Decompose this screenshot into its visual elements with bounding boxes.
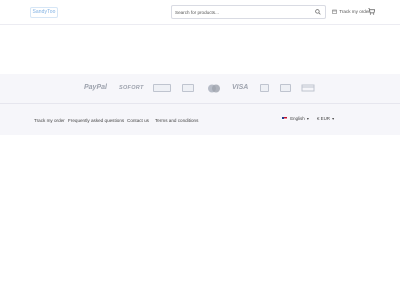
language-label: English bbox=[290, 116, 305, 121]
language-selector[interactable]: English ▾ bbox=[282, 116, 309, 125]
chevron-down-icon: ▾ bbox=[332, 116, 335, 121]
uk-flag-icon bbox=[282, 116, 287, 120]
paypal-logo: PayPal bbox=[84, 84, 107, 91]
search-icon[interactable] bbox=[315, 9, 321, 15]
footer-link-terms[interactable]: Terms and conditions bbox=[155, 118, 198, 123]
sofort-logo: SOFORT bbox=[119, 85, 144, 91]
wallet-icon bbox=[260, 84, 269, 92]
chevron-down-icon: ▾ bbox=[306, 116, 309, 121]
footer-link-contact[interactable]: Contact us bbox=[127, 118, 149, 123]
search-input[interactable] bbox=[175, 7, 305, 17]
currency-label: € EUR bbox=[317, 116, 330, 121]
payment-methods: PayPal SOFORT VISA bbox=[84, 83, 320, 95]
visa-logo: VISA bbox=[232, 84, 249, 91]
search-box[interactable] bbox=[171, 5, 326, 19]
site-header: SandyToo Track my order bbox=[0, 0, 400, 25]
footer-link-track-order[interactable]: Track my order bbox=[34, 118, 65, 123]
footer-link-faq[interactable]: Frequently asked questions bbox=[68, 118, 124, 123]
mastercard-icon bbox=[208, 84, 220, 93]
box-icon bbox=[332, 9, 337, 14]
bank-transfer-icon bbox=[280, 84, 291, 92]
currency-selector[interactable]: € EUR ▾ bbox=[317, 116, 334, 125]
card-stack-icon bbox=[301, 84, 315, 92]
bank-card-icon bbox=[182, 84, 194, 92]
card-logo-icon bbox=[153, 84, 171, 92]
site-logo[interactable]: SandyToo bbox=[30, 7, 58, 18]
footer-divider bbox=[0, 103, 400, 104]
cart-icon[interactable] bbox=[368, 8, 375, 15]
track-order-link[interactable]: Track my order bbox=[332, 9, 370, 15]
track-order-label: Track my order bbox=[339, 9, 370, 14]
